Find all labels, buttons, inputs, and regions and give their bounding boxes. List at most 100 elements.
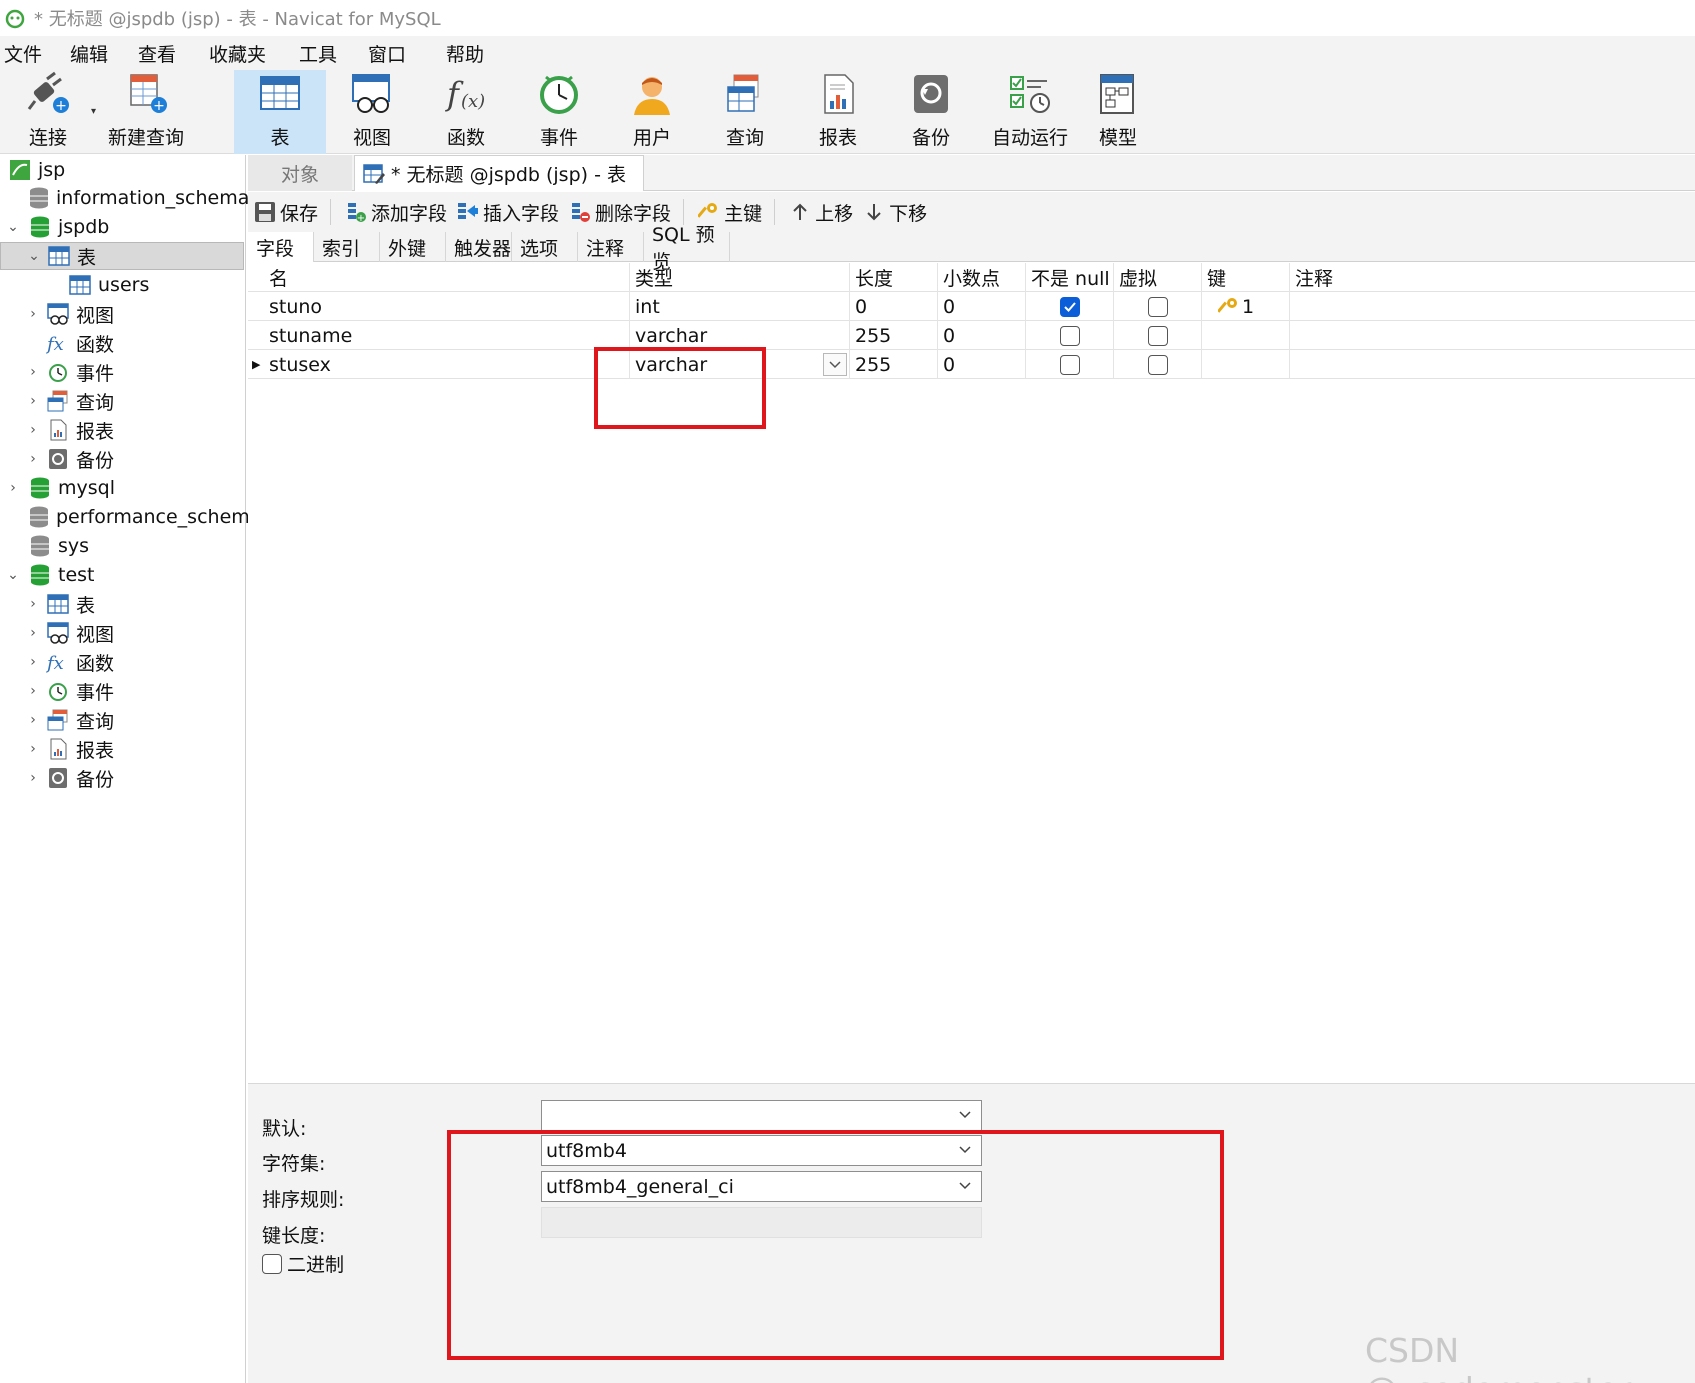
subtab-foreign-keys[interactable]: 外键 — [380, 232, 446, 262]
tree-folder-tables-jspdb[interactable]: ⌄ 表 — [0, 242, 244, 270]
tree-db-information-schema[interactable]: information_schema — [0, 184, 249, 212]
col-header-length[interactable]: 长度 — [850, 263, 938, 292]
table-row[interactable]: stuname varchar 255 0 — [248, 321, 1695, 350]
tree-db-mysql[interactable]: › mysql — [0, 474, 244, 502]
chevron-down-icon[interactable]: ⌄ — [6, 567, 20, 583]
cell-length[interactable]: 255 — [850, 321, 938, 350]
menu-file[interactable]: 文件 — [2, 40, 64, 67]
insert-field-button[interactable]: 插入字段 — [457, 199, 559, 226]
save-button[interactable]: 保存 — [254, 199, 318, 226]
binary-checkbox[interactable] — [262, 1253, 282, 1274]
tree-folder-queries-test[interactable]: › 查询 — [0, 706, 244, 734]
cell-decimals[interactable]: 0 — [938, 292, 1026, 321]
tree-folder-backups-test[interactable]: › 备份 — [0, 764, 244, 792]
chevron-right-icon[interactable]: › — [26, 654, 40, 670]
not-null-checkbox[interactable] — [1059, 296, 1080, 317]
cell-length[interactable]: 255 — [850, 350, 938, 379]
subtab-indexes[interactable]: 索引 — [314, 232, 380, 262]
function-button[interactable]: f (x) 函数 — [428, 70, 504, 154]
not-null-checkbox[interactable] — [1059, 354, 1080, 375]
query-button[interactable]: 查询 — [707, 70, 783, 154]
virtual-checkbox[interactable] — [1147, 296, 1168, 317]
cell-length[interactable]: 0 — [850, 292, 938, 321]
chevron-right-icon[interactable]: › — [26, 683, 40, 699]
default-combobox[interactable] — [541, 1100, 982, 1131]
cell-type[interactable]: int — [630, 292, 850, 321]
col-header-decimals[interactable]: 小数点 — [938, 263, 1026, 292]
tree-table-users[interactable]: users — [0, 271, 244, 299]
cell-key[interactable] — [1202, 350, 1290, 379]
move-up-button[interactable]: 上移 — [789, 199, 853, 226]
tree-folder-views-test[interactable]: › 视图 — [0, 619, 244, 647]
subtab-options[interactable]: 选项 — [512, 232, 578, 262]
tree-db-test[interactable]: ⌄ test — [0, 561, 244, 589]
cell-key[interactable] — [1202, 321, 1290, 350]
subtab-comment[interactable]: 注释 — [578, 232, 644, 262]
table-button[interactable]: 表 — [234, 70, 326, 154]
chevron-down-icon[interactable]: ⌄ — [6, 219, 20, 235]
report-button[interactable]: 报表 — [800, 70, 876, 154]
binary-checkbox-row[interactable]: 二进制 — [262, 1250, 344, 1277]
cell-decimals[interactable]: 0 — [938, 350, 1026, 379]
chevron-right-icon[interactable]: › — [26, 451, 40, 467]
chevron-down-icon[interactable]: ⌄ — [27, 248, 41, 264]
new-query-button[interactable]: + 新建查询 — [104, 70, 188, 154]
event-button[interactable]: 事件 — [521, 70, 597, 154]
chevron-right-icon[interactable]: › — [26, 364, 40, 380]
menu-view[interactable]: 查看 — [138, 40, 198, 67]
tree-folder-reports-test[interactable]: › 报表 — [0, 735, 244, 763]
menu-tools[interactable]: 工具 — [299, 40, 359, 67]
col-header-type[interactable]: 类型 — [630, 263, 850, 292]
tab-table-designer[interactable]: * 无标题 @jspdb (jsp) - 表 — [354, 155, 644, 191]
chevron-right-icon[interactable]: › — [26, 625, 40, 641]
cell-name[interactable]: stuno — [264, 292, 630, 321]
subtab-sql-preview[interactable]: SQL 预览 — [644, 224, 730, 273]
tree-db-performance-schema[interactable]: performance_schema — [0, 503, 261, 531]
tree-folder-reports-jspdb[interactable]: › 报表 — [0, 416, 244, 444]
connect-button[interactable]: + 连接 — [10, 70, 86, 154]
cell-comment[interactable] — [1290, 292, 1695, 321]
tree-db-sys[interactable]: sys — [0, 532, 244, 560]
add-field-button[interactable]: + 添加字段 — [345, 199, 447, 226]
menu-help[interactable]: 帮助 — [446, 40, 506, 67]
chevron-right-icon[interactable]: › — [26, 393, 40, 409]
tree-folder-events-jspdb[interactable]: › 事件 — [0, 358, 244, 386]
tree-folder-events-test[interactable]: › 事件 — [0, 677, 244, 705]
chevron-right-icon[interactable]: › — [26, 712, 40, 728]
chevron-right-icon[interactable]: › — [26, 596, 40, 612]
cell-type[interactable]: varchar — [630, 321, 850, 350]
user-button[interactable]: 用户 — [614, 70, 690, 154]
menu-edit[interactable]: 编辑 — [70, 40, 130, 67]
subtab-triggers[interactable]: 触发器 — [446, 232, 512, 262]
cell-comment[interactable] — [1290, 321, 1695, 350]
menu-window[interactable]: 窗口 — [368, 40, 428, 67]
tree-folder-functions-test[interactable]: › fx 函数 — [0, 648, 244, 676]
col-header-comment[interactable]: 注释 — [1290, 263, 1695, 292]
tree-connection-jsp[interactable]: jsp — [0, 156, 244, 184]
connect-dropdown-icon[interactable]: ▾ — [91, 106, 96, 117]
virtual-checkbox[interactable] — [1147, 354, 1168, 375]
tab-objects[interactable]: 对象 — [248, 155, 352, 191]
table-row[interactable]: ▶ stusex varchar 255 0 — [248, 350, 1695, 379]
menu-favorites[interactable]: 收藏夹 — [209, 40, 288, 67]
move-down-button[interactable]: 下移 — [863, 199, 927, 226]
table-row[interactable]: stuno int 0 0 1 — [248, 292, 1695, 321]
tree-folder-tables-test[interactable]: › 表 — [0, 590, 244, 618]
tree-folder-views-jspdb[interactable]: › 视图 — [0, 300, 244, 328]
col-header-not-null[interactable]: 不是 null — [1026, 263, 1114, 292]
col-header-name[interactable]: 名 — [264, 263, 630, 292]
cell-name[interactable]: stusex — [264, 350, 630, 379]
backup-button[interactable]: 备份 — [893, 70, 969, 154]
chevron-right-icon[interactable]: › — [26, 741, 40, 757]
chevron-right-icon[interactable]: › — [26, 770, 40, 786]
tree-db-jspdb[interactable]: ⌄ jspdb — [0, 213, 244, 241]
subtab-fields[interactable]: 字段 — [248, 232, 314, 262]
col-header-key[interactable]: 键 — [1202, 263, 1290, 292]
col-header-virtual[interactable]: 虚拟 — [1114, 263, 1202, 292]
chevron-right-icon[interactable]: › — [26, 422, 40, 438]
tree-folder-backups-jspdb[interactable]: › 备份 — [0, 445, 244, 473]
schedule-button[interactable]: 自动运行 — [984, 70, 1076, 154]
cell-decimals[interactable]: 0 — [938, 321, 1026, 350]
virtual-checkbox[interactable] — [1147, 325, 1168, 346]
view-button[interactable]: 视图 — [334, 70, 410, 154]
